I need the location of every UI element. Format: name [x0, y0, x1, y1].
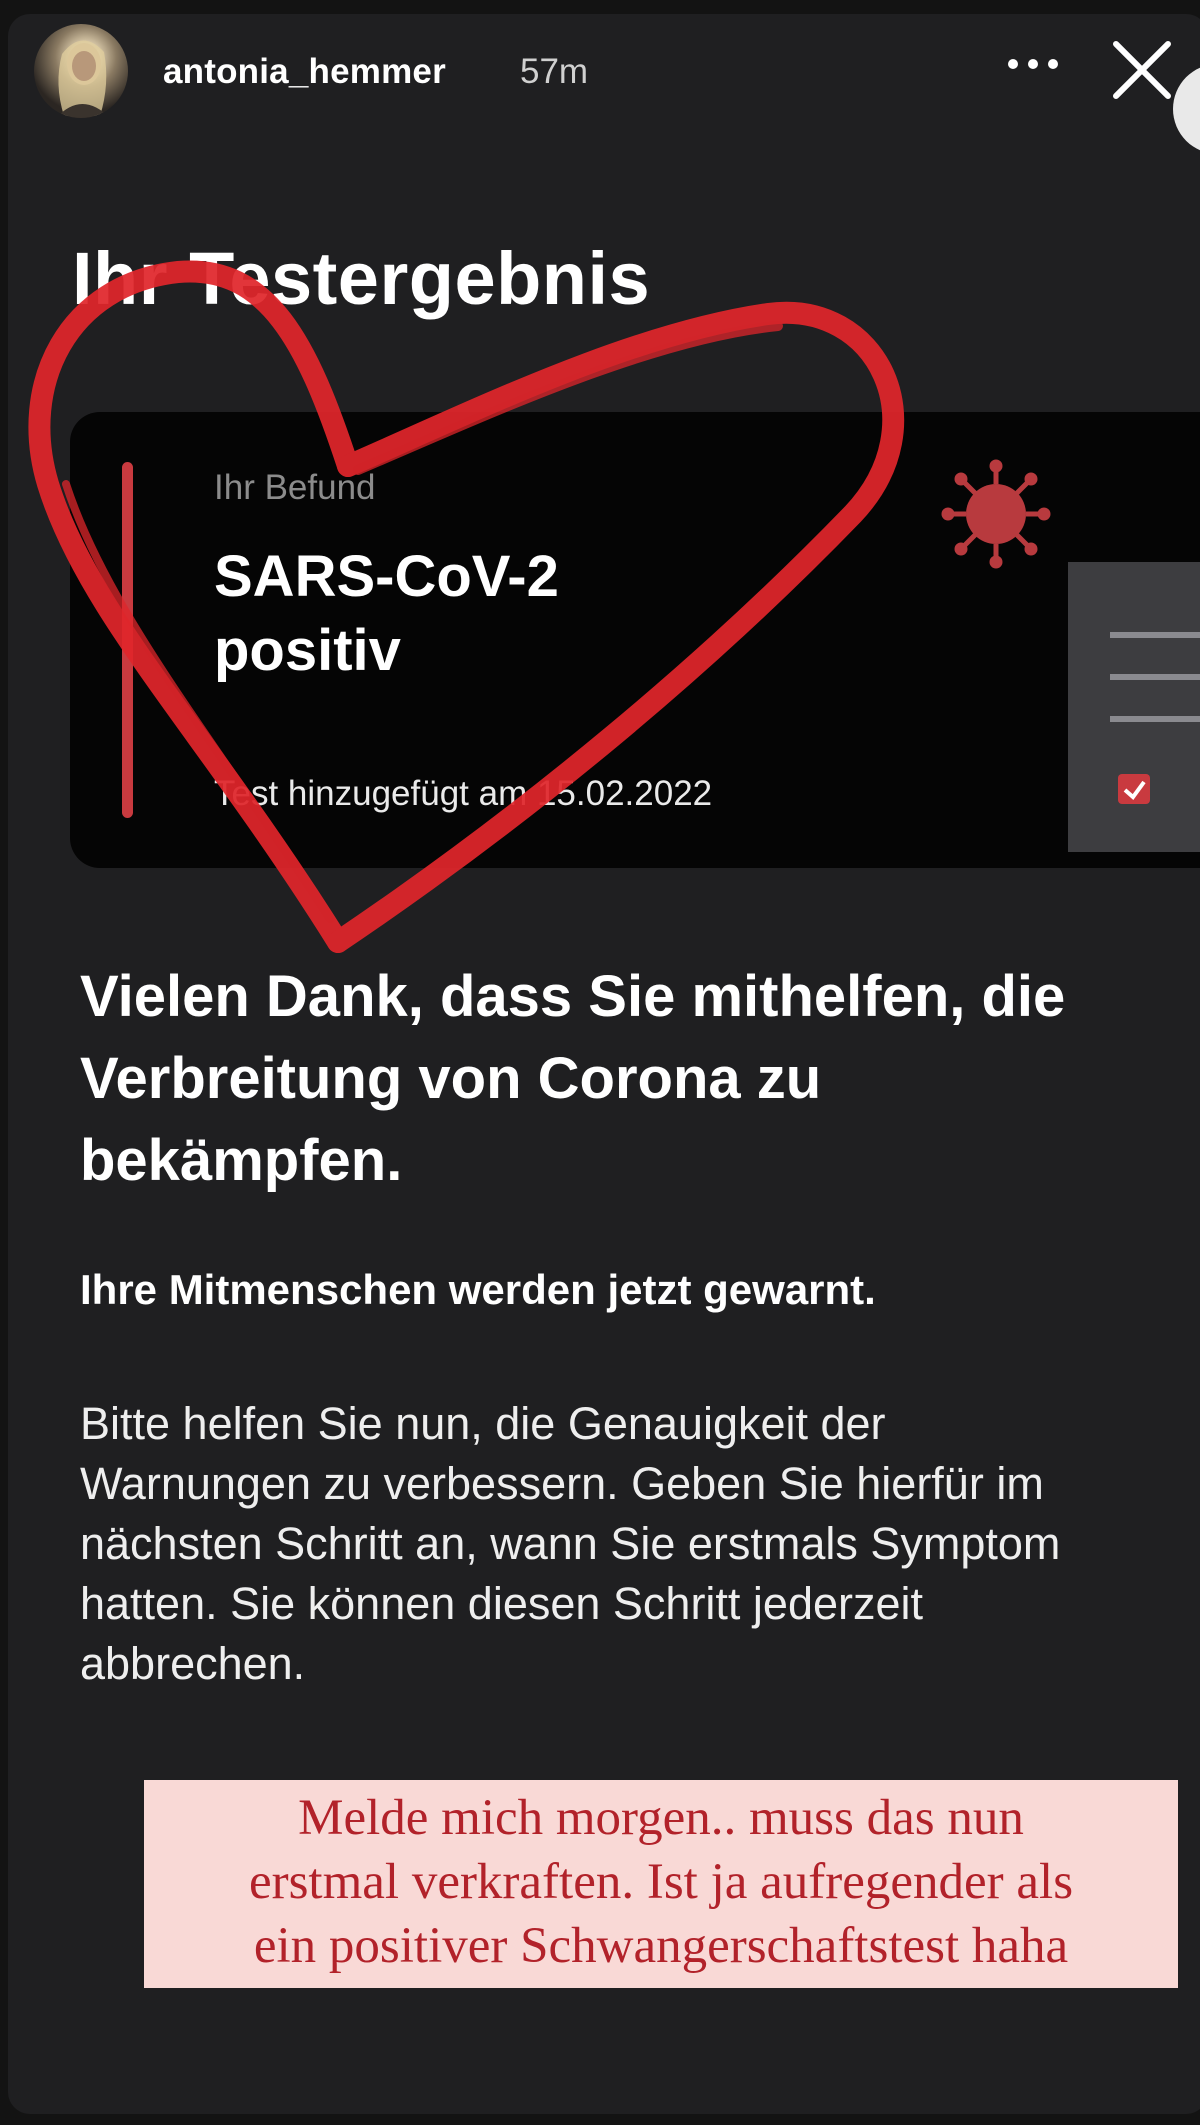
- next-story-edge[interactable]: [1173, 64, 1200, 154]
- result-card[interactable]: Ihr Befund SARS-CoV-2 positiv Test hinzu…: [70, 412, 1200, 868]
- help-line: Warnungen zu verbessern. Geben Sie hierf…: [80, 1458, 1044, 1509]
- more-horizontal-icon: [1008, 59, 1058, 69]
- caption-line: erstmal verkraften. Ist ja aufregender a…: [248, 1854, 1074, 1910]
- avatar[interactable]: [34, 24, 128, 118]
- caption-line: ein positiver Schwangerschaftstest haha: [253, 1918, 1069, 1974]
- help-line: hatten. Sie können diesen Schritt jederz…: [80, 1578, 924, 1629]
- story-header: antonia_hemmer 57m: [8, 14, 1200, 154]
- warned-subheading: Ihre Mitmenschen werden jetzt gewarnt.: [80, 1266, 876, 1313]
- result-value: SARS-CoV-2 positiv: [214, 540, 734, 688]
- caption-line: Melde mich morgen.. muss das nun: [298, 1790, 1024, 1846]
- result-line-1: SARS-CoV-2: [214, 544, 559, 609]
- story-frame: antonia_hemmer 57m Ihr Testergebnis Ihr …: [8, 14, 1200, 2114]
- thanks-heading: Vielen Dank, dass Sie mithelfen, die Ver…: [80, 956, 1200, 1202]
- thanks-line: Verbreitung von Corona zu: [80, 1046, 822, 1111]
- username[interactable]: antonia_hemmer: [163, 52, 446, 92]
- close-button[interactable]: [1108, 36, 1176, 104]
- close-icon: [1113, 41, 1171, 99]
- help-line: abbrechen.: [80, 1638, 306, 1689]
- avatar-photo: [56, 40, 110, 118]
- result-accent-bar: [122, 462, 133, 818]
- result-label: Ihr Befund: [214, 468, 376, 507]
- more-options-button[interactable]: [1003, 44, 1063, 84]
- help-paragraph: Bitte helfen Sie nun, die Genauigkeit de…: [80, 1394, 1200, 1694]
- help-line: nächsten Schritt an, wann Sie erstmals S…: [80, 1518, 1061, 1569]
- result-line-2: positiv: [214, 618, 401, 683]
- post-time: 57m: [520, 52, 589, 91]
- story-caption: Melde mich morgen.. muss das nun erstmal…: [144, 1780, 1178, 1988]
- thanks-line: bekämpfen.: [80, 1128, 403, 1193]
- help-line: Bitte helfen Sie nun, die Genauigkeit de…: [80, 1398, 886, 1449]
- thanks-line: Vielen Dank, dass Sie mithelfen, die: [80, 964, 1066, 1029]
- virus-document-icon: [941, 459, 1200, 852]
- result-date: Test hinzugefügt am 15.02.2022: [214, 774, 713, 813]
- page-title: Ihr Testergebnis: [72, 237, 651, 320]
